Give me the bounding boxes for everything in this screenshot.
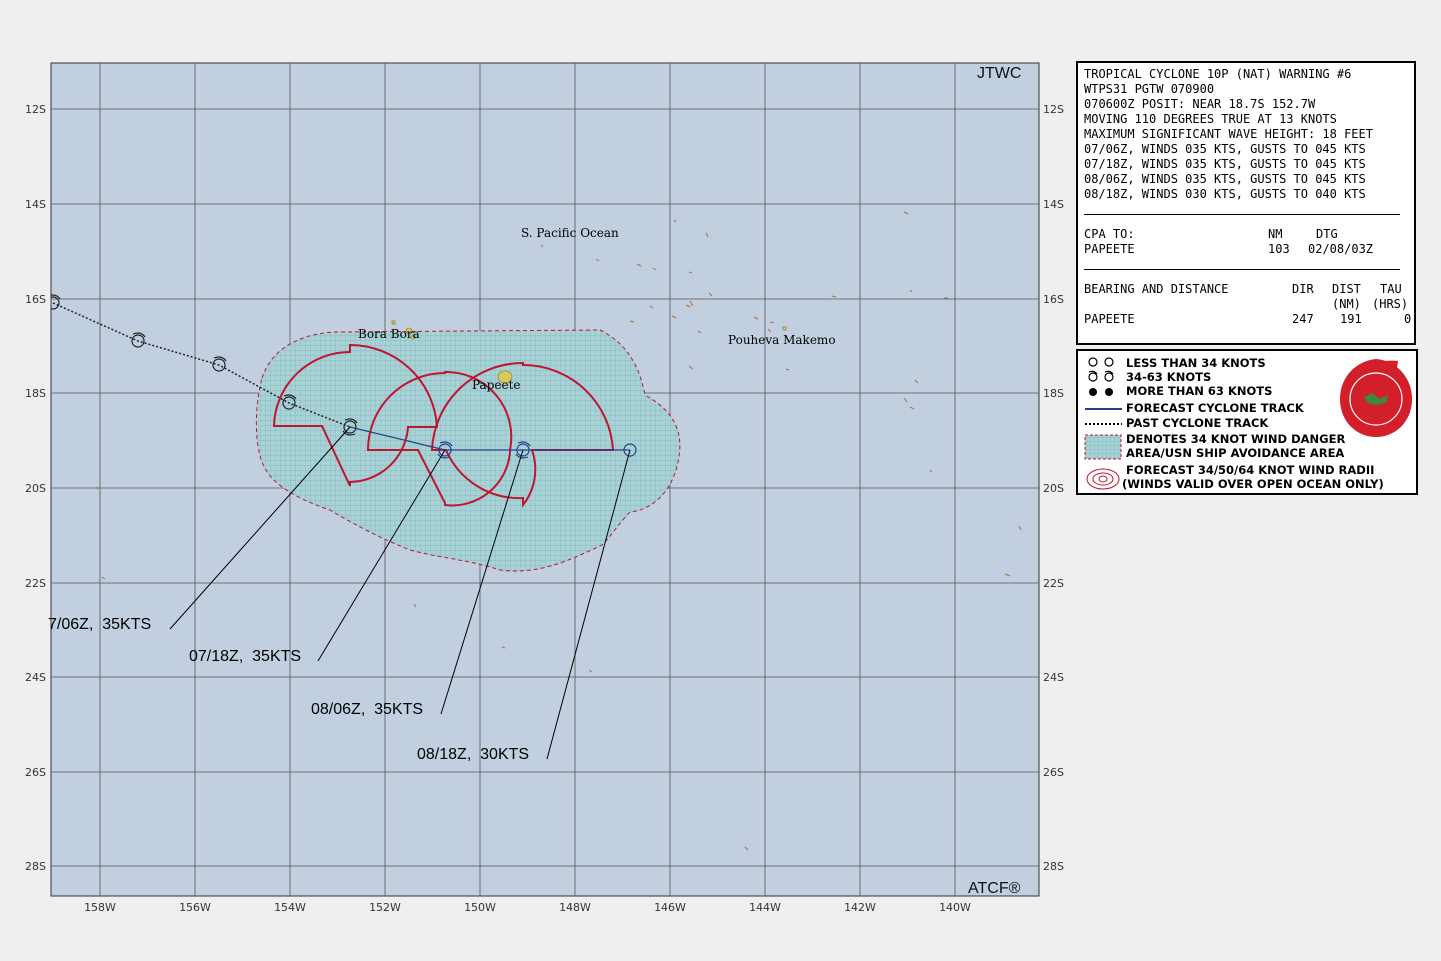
cpa-label: CPA TO:: [1084, 227, 1135, 241]
danger-area-swatch: [1084, 434, 1122, 460]
legend-item-wind-radii: FORECAST 34/50/64 KNOT WIND RADII: [1126, 463, 1375, 477]
legend-item-less-34: LESS THAN 34 KNOTS: [1126, 356, 1266, 370]
warning-line: 08/18Z, WINDS 030 KTS, GUSTS TO 040 KTS: [1084, 187, 1366, 201]
latitude-labels-right: 12S 14S 16S 18S 20S 22S 24S 26S 28S: [1043, 103, 1064, 873]
svg-text:22S: 22S: [25, 577, 46, 590]
svg-text:14S: 14S: [25, 198, 46, 211]
label-papeete: Papeete: [472, 378, 521, 392]
warning-info-panel: TROPICAL CYCLONE 10P (NAT) WARNING #6 WT…: [1076, 61, 1416, 345]
legend-item-valid-note: (WINDS VALID OVER OPEN OCEAN ONLY): [1122, 477, 1384, 491]
svg-text:12S: 12S: [1043, 103, 1064, 116]
cpa-dtg: 02/08/03Z: [1308, 242, 1374, 256]
legend-item-avoidance-area: AREA/USN SHIP AVOIDANCE AREA: [1126, 446, 1345, 460]
label-bora-bora: Bora Bora: [358, 327, 420, 341]
warning-line: 08/06Z, WINDS 035 KTS, GUSTS TO 045 KTS: [1084, 172, 1366, 186]
warning-line: MAXIMUM SIGNIFICANT WAVE HEIGHT: 18 FEET: [1084, 127, 1373, 141]
cpa-place: PAPEETE: [1084, 242, 1135, 256]
svg-text:148W: 148W: [559, 901, 591, 914]
forecast-tag-08-18z: 08/18Z, 30KTS: [417, 746, 529, 763]
bd-place: PAPEETE: [1084, 312, 1135, 326]
svg-text:140W: 140W: [939, 901, 971, 914]
svg-text:150W: 150W: [464, 901, 496, 914]
warning-line: 07/18Z, WINDS 035 KTS, GUSTS TO 045 KTS: [1084, 157, 1366, 171]
legend-item-past-track: PAST CYCLONE TRACK: [1126, 416, 1269, 430]
atcf-label: ATCF®: [968, 880, 1021, 897]
symbol-34-63kt-icon: [1088, 372, 1098, 382]
warning-line: 070600Z POSIT: NEAR 18.7S 152.7W: [1084, 97, 1316, 111]
svg-text:26S: 26S: [1043, 766, 1064, 779]
svg-text:18S: 18S: [1043, 387, 1064, 400]
forecast-tag-07-18z: 07/18Z, 35KTS: [189, 648, 301, 665]
svg-text:16S: 16S: [25, 293, 46, 306]
bd-dir-header: DIR: [1292, 282, 1314, 296]
svg-text:26S: 26S: [25, 766, 46, 779]
warning-line: WTPS31 PGTW 070900: [1084, 82, 1215, 96]
bd-hrs-header: (HRS): [1372, 297, 1409, 311]
legend-item-34-63: 34-63 KNOTS: [1126, 370, 1212, 384]
cpa-nm: 103: [1268, 242, 1290, 256]
latitude-labels-left: 12S 14S 16S 18S 20S 22S 24S 26S 28S: [25, 103, 46, 873]
cpa-section: CPA TO: NM DTG PAPEETE 103 02/08/03Z: [1084, 227, 1408, 257]
legend-item-danger-area: DENOTES 34 KNOT WIND DANGER: [1126, 432, 1346, 446]
bearing-section: BEARING AND DISTANCE DIR DIST TAU (NM) (…: [1084, 282, 1412, 327]
svg-text:154W: 154W: [274, 901, 306, 914]
svg-text:20S: 20S: [25, 482, 46, 495]
forecast-tag-08-06z: 08/06Z, 35KTS: [311, 701, 423, 718]
legend-symbols: [1084, 357, 1122, 490]
svg-text:16S: 16S: [1043, 293, 1064, 306]
legend-item-forecast-track: FORECAST CYCLONE TRACK: [1126, 401, 1304, 415]
cpa-nm-header: NM: [1268, 227, 1283, 241]
bd-nm-header: (NM): [1332, 297, 1361, 311]
divider: [1084, 269, 1400, 270]
forecast-tag-07-06z: 7/06Z, 35KTS: [48, 616, 151, 633]
svg-text:18S: 18S: [25, 387, 46, 400]
svg-text:158W: 158W: [84, 901, 116, 914]
bd-dist-header: DIST: [1332, 282, 1361, 296]
svg-text:12S: 12S: [25, 103, 46, 116]
bd-label: BEARING AND DISTANCE: [1084, 282, 1229, 296]
jtwc-label: JTWC: [977, 65, 1021, 82]
legend-panel: LESS THAN 34 KNOTS 34-63 KNOTS MORE THAN…: [1076, 349, 1418, 495]
svg-text:28S: 28S: [25, 860, 46, 873]
warning-line: TROPICAL CYCLONE 10P (NAT) WARNING #6: [1084, 67, 1352, 81]
longitude-labels: 158W 156W 154W 152W 150W 148W 146W 144W …: [84, 901, 971, 914]
svg-text:28S: 28S: [1043, 860, 1064, 873]
svg-text:142W: 142W: [844, 901, 876, 914]
bd-dist: 191: [1340, 312, 1362, 326]
label-pouheva-makemo: Pouheva Makemo: [728, 333, 836, 347]
svg-text:24S: 24S: [1043, 671, 1064, 684]
symbol-over-63kt-icon: [1089, 388, 1097, 396]
svg-text:22S: 22S: [1043, 577, 1064, 590]
svg-text:152W: 152W: [369, 901, 401, 914]
bd-tau-header: TAU: [1380, 282, 1402, 296]
svg-text:14S: 14S: [1043, 198, 1064, 211]
bd-dir: 247: [1292, 312, 1314, 326]
wind-radii-swatch: [1086, 468, 1120, 490]
jtwc-seal-icon: [1340, 359, 1412, 437]
bd-tau: 0: [1404, 312, 1412, 326]
legend-item-over-63: MORE THAN 63 KNOTS: [1126, 384, 1273, 398]
divider: [1084, 214, 1400, 215]
warning-line: 07/06Z, WINDS 035 KTS, GUSTS TO 045 KTS: [1084, 142, 1366, 156]
svg-text:144W: 144W: [749, 901, 781, 914]
label-south-pacific-ocean: S. Pacific Ocean: [521, 226, 619, 240]
svg-text:24S: 24S: [25, 671, 46, 684]
cpa-dtg-header: DTG: [1316, 227, 1338, 241]
symbol-less-34kt-icon: [1088, 357, 1098, 367]
warning-line: MOVING 110 DEGREES TRUE AT 13 KNOTS: [1084, 112, 1337, 126]
svg-text:156W: 156W: [179, 901, 211, 914]
svg-text:146W: 146W: [654, 901, 686, 914]
svg-text:20S: 20S: [1043, 482, 1064, 495]
